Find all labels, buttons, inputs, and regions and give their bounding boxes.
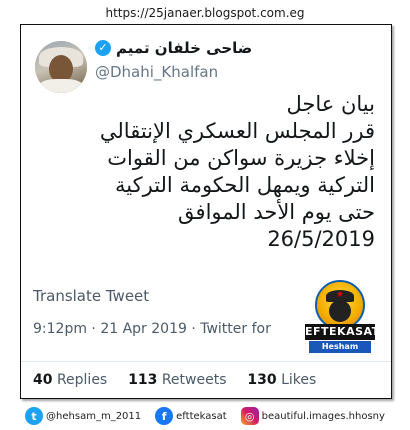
facebook-icon: f [155,407,174,425]
author-name-row: ضاحى خلفان تميم ✓ [95,39,377,57]
avatar[interactable] [35,41,87,93]
tweet-card: ضاحى خلفان تميم ✓ @Dhahi_Khalfan بيان عا… [20,24,392,399]
footer-instagram[interactable]: ◎ beautiful.images.hhosny [240,407,385,425]
tweet-line: قرر المجلس العسكري الإنتقالي [99,119,375,143]
likes-label[interactable]: Likes [281,372,316,388]
tweet-line: التركية ويمهل الحكومة التركية [115,173,375,197]
tweet-timestamp[interactable]: 9:12pm · 21 Apr 2019 · Twitter for [33,321,271,337]
footer-instagram-handle: beautiful.images.hhosny [261,410,385,422]
social-footer: t @hehsam_m_2011 f efttekasat ◎ beautifu… [0,405,410,427]
watermark-ribbon: EFTEKASAT [305,324,380,340]
divider [21,361,391,362]
watermark-subtitle: Hesham Hosny [309,341,371,363]
user-handle[interactable]: @Dhahi_Khalfan [95,63,218,81]
twitter-icon: t [25,407,44,425]
tweet-stats: 40 Replies 113 Retweets 130 Likes [33,372,316,388]
retweets-count[interactable]: 113 [128,372,157,388]
verified-check-icon: ✓ [95,40,111,56]
footer-twitter-handle: @hehsam_m_2011 [46,410,142,422]
tweet-text: بيان عاجل قرر المجلس العسكري الإنتقالي إ… [35,91,375,253]
star-icon: ★ [336,290,345,300]
display-name[interactable]: ضاحى خلفان تميم [116,39,252,57]
translate-tweet-link[interactable]: Translate Tweet [33,287,149,305]
likes-count[interactable]: 130 [247,372,276,388]
retweets-label[interactable]: Retweets [162,372,227,388]
footer-facebook-handle: efttekasat [176,410,227,422]
tweet-line: 26/5/2019 [267,227,375,251]
watermark-badge: ★ EFTEKASAT Hesham Hosny [305,280,380,363]
tweet-line: حتى يوم الأحد الموافق [178,200,375,224]
replies-label[interactable]: Replies [57,372,107,388]
footer-facebook[interactable]: f efttekasat [155,407,227,425]
footer-twitter[interactable]: t @hehsam_m_2011 [25,407,141,425]
instagram-icon: ◎ [240,407,259,425]
source-url: https://25janaer.blogspot.com.eg [105,6,305,20]
replies-count[interactable]: 40 [33,372,52,388]
tweet-line: بيان عاجل [286,92,376,116]
tweet-line: إخلاء جزيرة سواكن من القوات [107,146,375,170]
